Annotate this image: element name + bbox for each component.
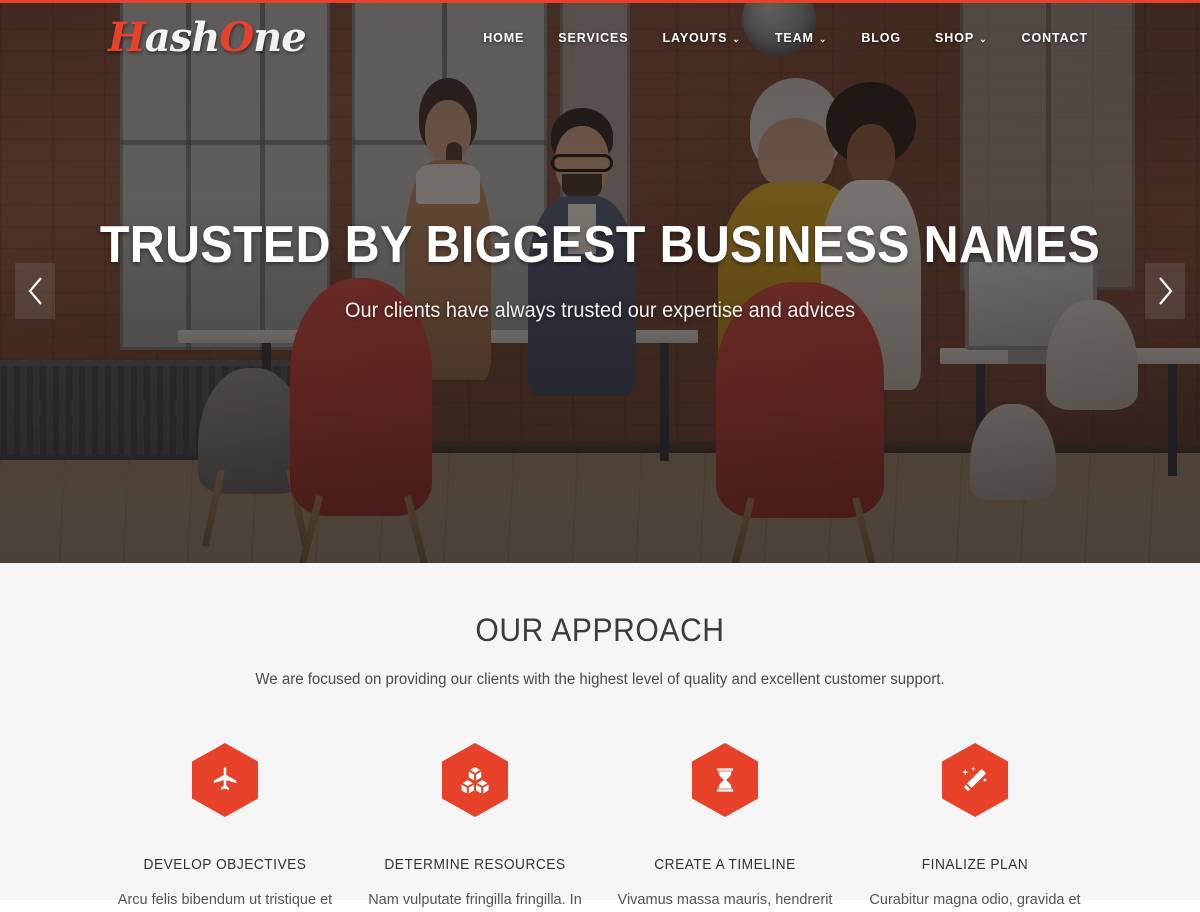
feature-title: FINALIZE PLAN xyxy=(921,857,1029,873)
logo-part-h: H xyxy=(108,14,146,61)
cubes-icon xyxy=(461,767,489,794)
our-approach-section: OUR APPROACH We are focused on providing… xyxy=(0,563,1200,908)
nav-label: BLOG xyxy=(861,31,902,45)
feature-icon-hexagon xyxy=(692,743,758,817)
hero-content: TRUSTED BY BIGGEST BUSINESS NAMES Our cl… xyxy=(0,215,1200,325)
section-subtitle: We are focused on providing our clients … xyxy=(255,671,945,688)
feature-description: Curabitur magna odio, gravida et xyxy=(869,892,1081,908)
logo-part-ash: ash xyxy=(144,14,221,61)
nav-label: CONTACT xyxy=(1021,31,1088,45)
nav-item-blog[interactable]: BLOG xyxy=(844,31,918,45)
airplane-icon xyxy=(213,766,237,791)
feature-description: Nam vulputate fringilla fringilla. In xyxy=(368,892,582,908)
carousel-prev-button[interactable] xyxy=(15,263,55,319)
feature-icon-hexagon xyxy=(942,743,1008,817)
feature-item-develop-objectives[interactable]: DEVELOP OBJECTIVES Arcu felis bibendum u… xyxy=(100,743,350,912)
nav-item-contact[interactable]: CONTACT xyxy=(1005,31,1105,45)
feature-icon-hexagon xyxy=(442,743,508,817)
nav-item-team[interactable]: TEAM ⌄ xyxy=(758,31,844,45)
nav-item-services[interactable]: SERVICES xyxy=(541,31,645,45)
main-navigation: HOME SERVICES LAYOUTS ⌄ TEAM ⌄ BLOG SHOP… xyxy=(466,31,1105,45)
site-header: HashOne HOME SERVICES LAYOUTS ⌄ TEAM ⌄ B… xyxy=(0,3,1200,79)
logo-part-ne: ne xyxy=(253,14,307,61)
nav-label: SERVICES xyxy=(558,31,629,45)
nav-item-home[interactable]: HOME xyxy=(466,31,541,45)
feature-item-create-a-timeline[interactable]: CREATE A TIMELINE Vivamus massa mauris, … xyxy=(600,743,850,912)
feature-description: Arcu felis bibendum ut tristique et xyxy=(117,892,333,908)
chevron-down-icon: ⌄ xyxy=(818,33,828,44)
nav-label: HOME xyxy=(483,31,525,45)
hero-slider: HashOne HOME SERVICES LAYOUTS ⌄ TEAM ⌄ B… xyxy=(0,0,1200,563)
hourglass-icon xyxy=(716,768,734,792)
magic-wand-icon xyxy=(962,766,988,792)
hero-title: TRUSTED BY BIGGEST BUSINESS NAMES xyxy=(99,216,1101,274)
feature-description: Vivamus massa mauris, hendrerit xyxy=(617,892,833,908)
feature-title: DEVELOP OBJECTIVES xyxy=(143,857,307,873)
feature-list: DEVELOP OBJECTIVES Arcu felis bibendum u… xyxy=(100,743,1100,912)
nav-label: LAYOUTS xyxy=(662,31,728,45)
hero-subtitle: Our clients have always trusted our expe… xyxy=(344,299,856,322)
feature-item-determine-resources[interactable]: DETERMINE RESOURCES Nam vulputate fringi… xyxy=(350,743,600,912)
feature-title: DETERMINE RESOURCES xyxy=(384,857,566,873)
chevron-right-icon xyxy=(1158,277,1172,305)
nav-label: SHOP xyxy=(935,31,975,45)
top-accent-bar xyxy=(0,0,1200,3)
feature-title: CREATE A TIMELINE xyxy=(654,857,796,873)
chevron-left-icon xyxy=(28,277,42,305)
nav-label: TEAM xyxy=(774,31,814,45)
section-title: OUR APPROACH xyxy=(475,612,725,648)
nav-item-layouts[interactable]: LAYOUTS ⌄ xyxy=(646,31,758,45)
logo-part-o: O xyxy=(219,14,254,61)
carousel-next-button[interactable] xyxy=(1145,263,1185,319)
chevron-down-icon: ⌄ xyxy=(979,33,988,44)
feature-icon-hexagon xyxy=(192,743,258,817)
nav-item-shop[interactable]: SHOP ⌄ xyxy=(918,31,1004,45)
feature-item-finalize-plan[interactable]: FINALIZE PLAN Curabitur magna odio, grav… xyxy=(850,743,1100,912)
site-logo[interactable]: HashOne xyxy=(108,13,307,63)
chevron-down-icon: ⌄ xyxy=(732,33,741,44)
